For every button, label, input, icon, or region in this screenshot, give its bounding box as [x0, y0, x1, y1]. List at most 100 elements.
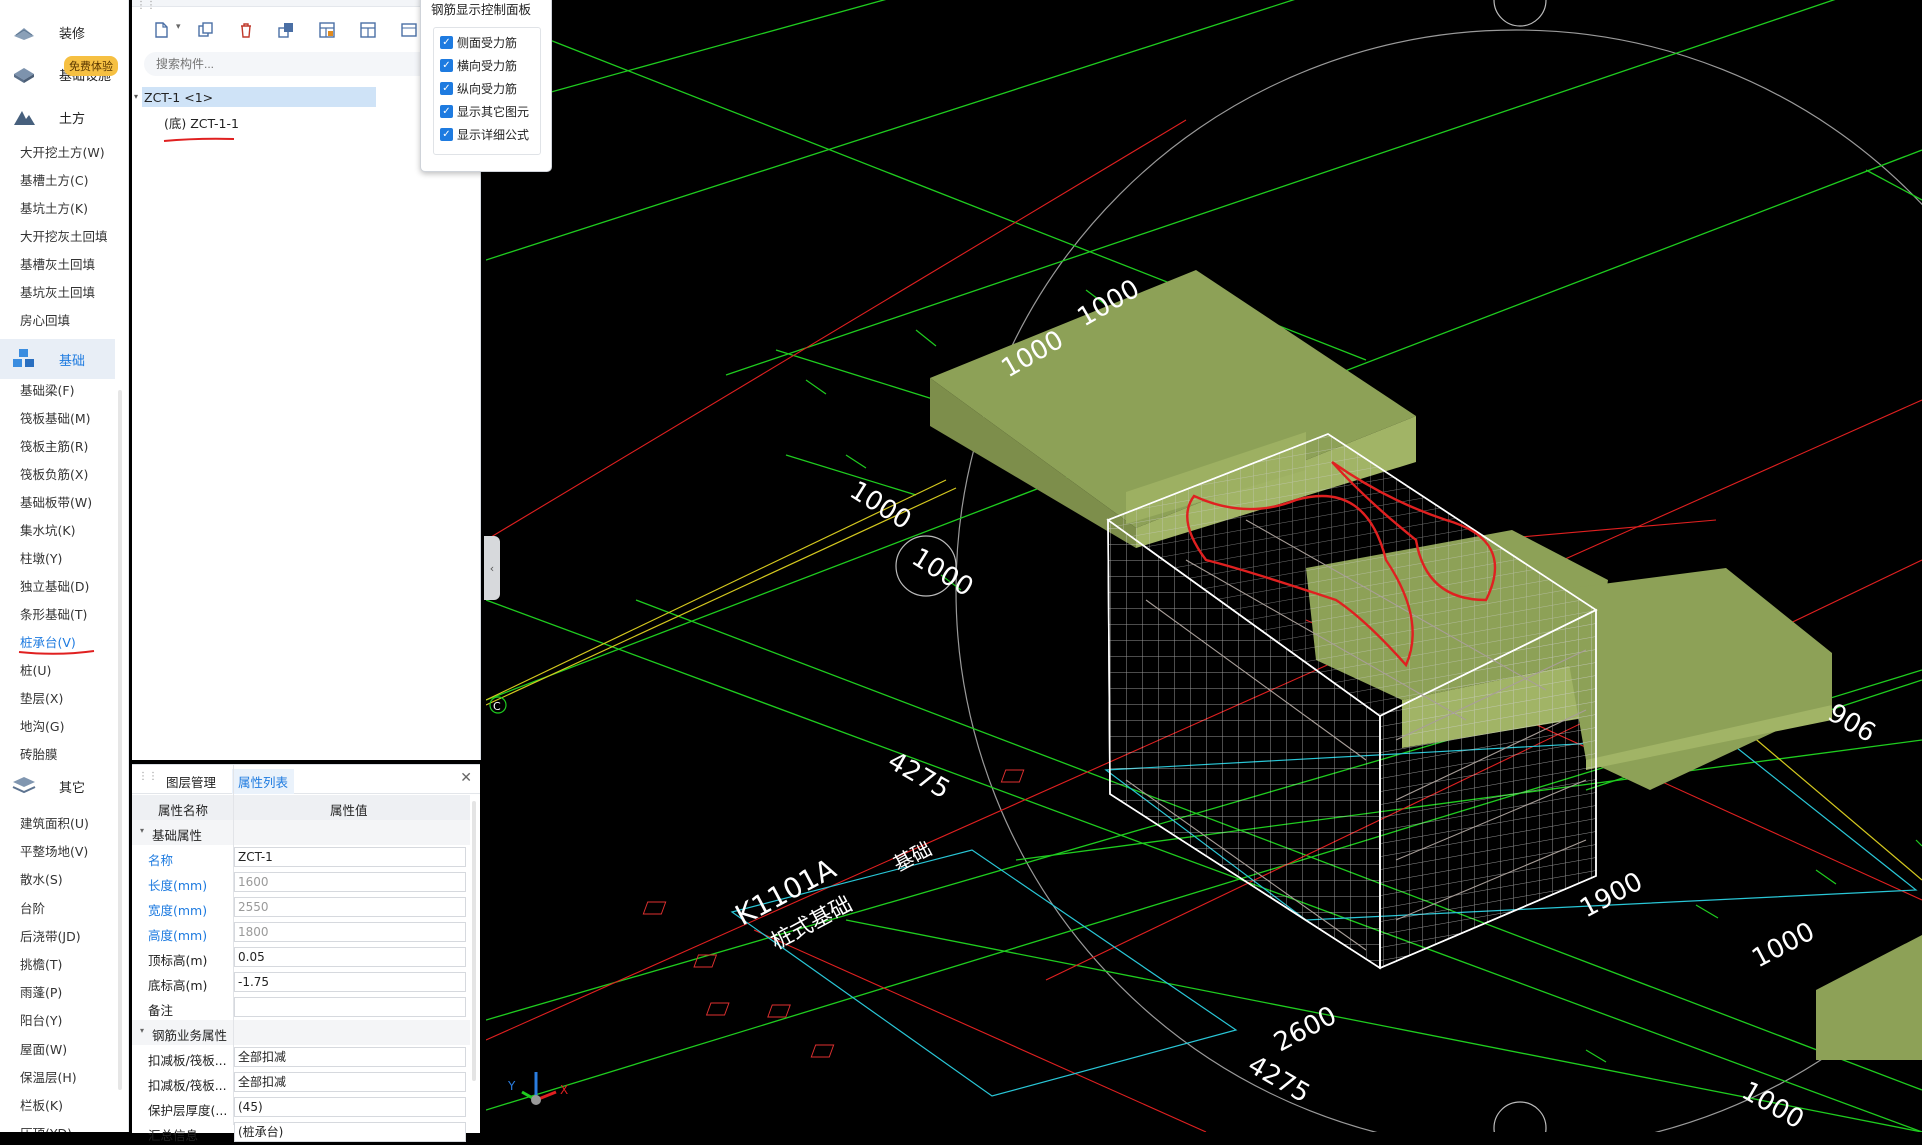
option-side-rebar[interactable]: ✓ 侧面受力筋: [440, 34, 517, 51]
new-component-button[interactable]: [146, 16, 176, 44]
property-value-field[interactable]: (45): [234, 1097, 466, 1117]
property-value-field[interactable]: ZCT-1: [234, 847, 466, 867]
nav-item[interactable]: 垫层(X): [20, 688, 63, 707]
property-row: 名称 ZCT-1: [132, 845, 470, 870]
nav-item[interactable]: 阳台(Y): [20, 1010, 62, 1029]
property-value-field[interactable]: 1600: [234, 872, 466, 892]
property-value-field[interactable]: [234, 997, 466, 1017]
option-label: 横向受力筋: [457, 59, 518, 73]
nav-item[interactable]: 柱墩(Y): [20, 548, 62, 567]
drag-handle-icon[interactable]: ⋮⋮: [138, 771, 158, 782]
tree-root-node[interactable]: ZCT-1 <1>: [142, 87, 376, 107]
tab-property-list[interactable]: 属性列表: [232, 769, 295, 794]
nav-group-label: 装修: [59, 26, 86, 42]
component-search-input[interactable]: [144, 52, 444, 76]
extract-button[interactable]: [312, 16, 342, 44]
option-show-detail-formula[interactable]: ✓ 显示详细公式: [440, 126, 529, 143]
nav-item[interactable]: 建筑面积(U): [20, 813, 89, 832]
nav-item[interactable]: 平整场地(V): [20, 841, 88, 860]
option-label: 纵向受力筋: [457, 82, 518, 96]
property-group-rebar[interactable]: ▾ 钢筋业务属性: [132, 1020, 470, 1045]
nav-item[interactable]: 大开挖灰土回填: [20, 226, 108, 245]
column-divider: [233, 765, 234, 1125]
nav-item[interactable]: 条形基础(T): [20, 604, 87, 623]
property-value-field[interactable]: 0.05: [234, 947, 466, 967]
nav-item[interactable]: 房心回填: [20, 310, 70, 329]
property-value-field[interactable]: 全部扣减: [234, 1047, 466, 1067]
property-row: 底标高(m) -1.75: [132, 970, 470, 995]
nav-item[interactable]: 基坑灰土回填: [20, 282, 95, 301]
checkbox-checked-icon[interactable]: ✓: [440, 105, 453, 118]
checkbox-checked-icon[interactable]: ✓: [440, 82, 453, 95]
property-scrollbar[interactable]: [472, 801, 476, 1081]
viewport-canvas[interactable]: 1000 1000 1000 1000 1900 1000 2600 4275 …: [485, 0, 1922, 1145]
property-row: 顶标高(m) 0.05: [132, 945, 470, 970]
property-value-field[interactable]: (桩承台): [234, 1122, 466, 1142]
nav-group-earthwork[interactable]: 土方: [0, 97, 115, 137]
column-header-value: 属性值: [330, 803, 368, 818]
option-horizontal-rebar[interactable]: ✓ 横向受力筋: [440, 57, 517, 74]
copy-button[interactable]: [190, 16, 220, 44]
collapse-triangle-icon[interactable]: ▾: [140, 826, 144, 835]
property-value-field[interactable]: 1800: [234, 922, 466, 942]
close-icon[interactable]: ✕: [460, 770, 472, 786]
nav-item[interactable]: 基槽土方(C): [20, 170, 88, 189]
nav-item[interactable]: 基础板带(W): [20, 492, 92, 511]
tree-child-node[interactable]: (底) ZCT-1-1: [164, 113, 239, 132]
property-name: 扣减板/筏板...: [148, 1078, 227, 1093]
property-value-field[interactable]: 2550: [234, 897, 466, 917]
nav-item[interactable]: 台阶: [20, 898, 45, 917]
free-trial-badge[interactable]: 免费体验: [64, 56, 118, 76]
nav-item[interactable]: 地沟(G): [20, 716, 64, 735]
nav-group-other[interactable]: 其它: [0, 766, 115, 806]
3d-viewport[interactable]: 1000 1000 1000 1000 1900 1000 2600 4275 …: [485, 0, 1922, 1145]
nav-item[interactable]: 栏板(K): [20, 1095, 63, 1114]
nav-item[interactable]: 筏板基础(M): [20, 408, 91, 427]
nav-item[interactable]: 基坑土方(K): [20, 198, 88, 217]
collapse-triangle-icon[interactable]: ▾: [134, 92, 138, 101]
property-value-field[interactable]: -1.75: [234, 972, 466, 992]
checkbox-checked-icon[interactable]: ✓: [440, 128, 453, 141]
new-dropdown-chevron-icon[interactable]: ▾: [176, 22, 181, 32]
option-longitudinal-rebar[interactable]: ✓ 纵向受力筋: [440, 80, 517, 97]
nav-item[interactable]: 筏板主筋(R): [20, 436, 88, 455]
nav-item[interactable]: 基础梁(F): [20, 380, 74, 399]
module-navigation: 装修 基础设施 免费体验 土方 大开挖土方(W) 基槽土方(C) 基坑土方(K) 大开…: [0, 0, 129, 1132]
checkbox-checked-icon[interactable]: ✓: [440, 36, 453, 49]
option-label: 显示详细公式: [457, 128, 530, 142]
nav-item[interactable]: 挑檐(T): [20, 954, 62, 973]
nav-item[interactable]: 保温层(H): [20, 1067, 77, 1086]
table-icon: [319, 22, 335, 38]
nav-item[interactable]: 筏板负筋(X): [20, 464, 88, 483]
drag-handle-icon[interactable]: ⋮⋮: [136, 0, 156, 11]
delete-button[interactable]: [231, 16, 261, 44]
nav-item[interactable]: 散水(S): [20, 869, 63, 888]
nav-item[interactable]: 桩(U): [20, 660, 51, 679]
batch-select-button[interactable]: [353, 16, 383, 44]
nav-item[interactable]: 屋面(W): [20, 1039, 67, 1058]
nav-item[interactable]: 后浇带(JD): [20, 926, 81, 945]
nav-group-decoration[interactable]: 装修: [0, 12, 115, 52]
option-label: 显示其它图元: [457, 105, 530, 119]
nav-item[interactable]: 大开挖土方(W): [20, 142, 105, 161]
option-show-other-elements[interactable]: ✓ 显示其它图元: [440, 103, 529, 120]
property-value-field[interactable]: 全部扣减: [234, 1072, 466, 1092]
new-file-icon: [155, 22, 168, 38]
property-row: 汇总信息 (桩承台): [132, 1120, 470, 1145]
nav-item[interactable]: 集水坑(K): [20, 520, 75, 539]
tab-layer-management[interactable]: 图层管理: [166, 772, 216, 791]
nav-item[interactable]: 压顶(YD): [20, 1123, 72, 1132]
copy-to-floor-button[interactable]: [271, 16, 301, 44]
collapse-triangle-icon[interactable]: ▾: [140, 1026, 144, 1035]
property-name: 名称: [148, 853, 174, 868]
checkbox-checked-icon[interactable]: ✓: [440, 59, 453, 72]
property-row: 宽度(mm) 2550: [132, 895, 470, 920]
nav-item[interactable]: 砖胎膜: [20, 744, 58, 763]
nav-item[interactable]: 雨蓬(P): [20, 982, 62, 1001]
property-group-basic[interactable]: ▾ 基础属性: [132, 820, 470, 845]
panel-collapse-handle[interactable]: ‹: [484, 536, 500, 600]
nav-group-foundation[interactable]: 基础: [0, 339, 115, 379]
nav-item[interactable]: 独立基础(D): [20, 576, 89, 595]
nav-item[interactable]: 基槽灰土回填: [20, 254, 95, 273]
nav-scrollbar[interactable]: [118, 390, 122, 1090]
